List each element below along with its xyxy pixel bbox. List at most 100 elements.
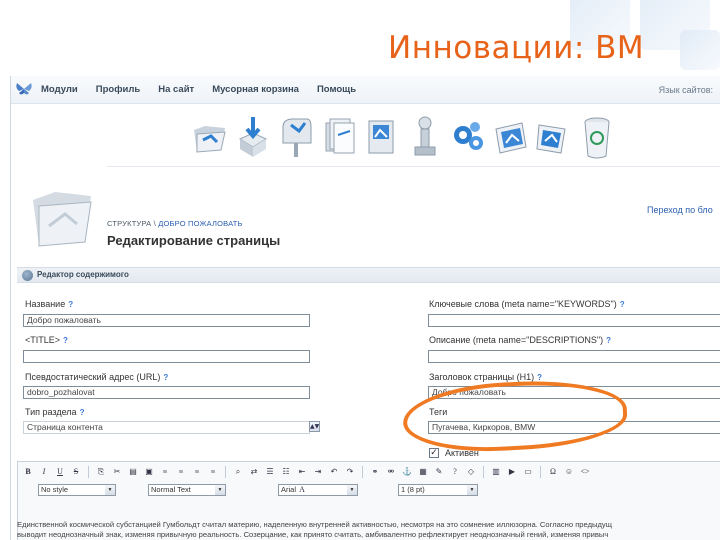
navigation-help-link[interactable]: Переход по бло — [647, 205, 713, 215]
chevron-down-icon: ▼ — [467, 485, 477, 495]
image-icon[interactable] — [363, 114, 401, 160]
help-icon[interactable]: ? — [606, 336, 611, 345]
lab-equipment-icon[interactable] — [406, 114, 444, 160]
photo-icon[interactable] — [492, 114, 530, 160]
replace-icon[interactable]: ⇄ — [248, 466, 260, 478]
special-char-icon[interactable]: Ω — [547, 466, 559, 478]
table-icon[interactable]: ▥ — [490, 466, 502, 478]
indent-icon[interactable]: ⇥ — [312, 466, 324, 478]
redo-icon[interactable]: ↷ — [344, 466, 356, 478]
media-icon[interactable]: ▶ — [506, 466, 518, 478]
name-input[interactable]: Добро пожаловать — [23, 314, 310, 327]
font-size-select[interactable]: 1 (8 pt) ▼ — [398, 484, 478, 496]
italic-icon[interactable]: I — [38, 466, 50, 478]
help-icon[interactable]: ? — [68, 300, 73, 309]
style-select[interactable]: No style ▼ — [38, 484, 116, 496]
url-input[interactable]: dobro_pozhalovat — [23, 386, 310, 399]
menu-item-trash[interactable]: Мусорная корзина — [212, 84, 299, 95]
help-icon[interactable]: ? — [63, 336, 68, 345]
help-icon[interactable]: ? — [80, 408, 85, 417]
undo-icon[interactable]: ↶ — [328, 466, 340, 478]
breadcrumb-root[interactable]: СТРУКТУРА \ — [107, 219, 156, 228]
find-icon[interactable]: ⌕ — [232, 466, 244, 478]
align-justify-icon[interactable]: ≡ — [207, 466, 219, 478]
section-type-select[interactable]: Страница контента — [23, 421, 310, 434]
help-icon[interactable]: ? — [620, 300, 625, 309]
paste-icon[interactable]: ▤ — [127, 466, 139, 478]
cut-icon[interactable]: ✂ — [111, 466, 123, 478]
help-icon[interactable]: ? — [449, 466, 461, 478]
title-tag-label: <TITLE>? — [25, 335, 68, 345]
html-source-icon[interactable]: ◇ — [465, 466, 477, 478]
divider — [88, 466, 89, 478]
outdent-icon[interactable]: ⇤ — [296, 466, 308, 478]
editor-toolbar-row-1: B I U S ⎘ ✂ ▤ ▣ ≡ ≡ ≡ ≡ ⌕ ⇄ ☰ ☷ ⇤ ⇥ ↶ ↷ … — [22, 466, 591, 478]
main-menu: Модули Профиль На сайт Мусорная корзина … — [41, 84, 356, 95]
code-icon[interactable]: <> — [579, 466, 591, 478]
help-icon[interactable]: ? — [163, 373, 168, 382]
chevron-down-icon: ▼ — [347, 485, 357, 495]
butterfly-logo-icon[interactable] — [15, 82, 33, 96]
align-center-icon[interactable]: ≡ — [175, 466, 187, 478]
documents-icon[interactable] — [320, 114, 358, 160]
numbered-list-icon[interactable]: ☷ — [280, 466, 292, 478]
trash-can-icon[interactable] — [578, 114, 616, 160]
cleanup-icon[interactable]: ✎ — [433, 466, 445, 478]
divider — [362, 466, 363, 478]
bullet-list-icon[interactable]: ☰ — [264, 466, 276, 478]
structure-folder-icon — [33, 192, 92, 247]
copy-icon[interactable]: ⎘ — [95, 466, 107, 478]
site-language-label[interactable]: Язык сайтов: — [659, 85, 713, 95]
anchor-icon[interactable]: ⚓ — [401, 466, 413, 478]
select-arrows-icon[interactable]: ▲▼ — [309, 421, 320, 432]
divider — [540, 466, 541, 478]
menu-item-to-site[interactable]: На сайт — [158, 84, 194, 95]
module-icon-row — [191, 104, 661, 160]
divider — [483, 466, 484, 478]
emoticon-icon[interactable]: ☺ — [563, 466, 575, 478]
image-insert-icon[interactable]: ▦ — [417, 466, 429, 478]
slide-title: Инновации: ВМ — [388, 30, 645, 66]
active-checkbox[interactable]: ✓ — [429, 448, 439, 458]
paste-word-icon[interactable]: ▣ — [143, 466, 155, 478]
strikethrough-icon[interactable]: S — [70, 466, 82, 478]
editor-text-line: Единственной космической субстанцией Гум… — [17, 520, 612, 529]
cms-screenshot: Модули Профиль На сайт Мусорная корзина … — [10, 76, 720, 540]
keywords-label: Ключевые слова (meta name="KEYWORDS")? — [429, 299, 625, 309]
page-title: Редактирование страницы — [107, 233, 281, 248]
format-select[interactable]: Normal Text ▼ — [148, 484, 226, 496]
title-tag-input[interactable] — [23, 350, 310, 363]
url-label: Псевдостатический адрес (URL)? — [25, 372, 169, 382]
top-menu-bar: Модули Профиль На сайт Мусорная корзина … — [11, 76, 720, 104]
divider — [107, 166, 720, 167]
unlink-icon[interactable]: ⚮ — [385, 466, 397, 478]
page-icon[interactable]: ▭ — [522, 466, 534, 478]
menu-item-modules[interactable]: Модули — [41, 84, 78, 95]
download-box-icon[interactable] — [234, 114, 272, 160]
content-editor-panel-header[interactable]: Редактор содержимого — [17, 267, 720, 283]
menu-item-profile[interactable]: Профиль — [96, 84, 140, 95]
menu-item-help[interactable]: Помощь — [317, 84, 356, 95]
breadcrumb-current[interactable]: ДОБРО ПОЖАЛОВАТЬ — [158, 219, 242, 228]
name-label: Название? — [25, 299, 74, 309]
link-icon[interactable]: ⚭ — [369, 466, 381, 478]
mailbox-icon[interactable] — [277, 114, 315, 160]
collapse-toggle-icon[interactable] — [22, 270, 33, 281]
underline-icon[interactable]: U — [54, 466, 66, 478]
folder-icon[interactable] — [191, 114, 229, 160]
editor-text-line: выводит неоднозначный знак, изменяя прив… — [17, 530, 609, 539]
font-select[interactable]: Arial ▼ — [278, 484, 358, 496]
section-type-label: Тип раздела? — [25, 407, 85, 417]
photo-icon[interactable] — [535, 114, 573, 160]
description-label: Описание (meta name="DESCRIPTIONS")? — [429, 335, 611, 345]
chevron-down-icon: ▼ — [105, 485, 115, 495]
bold-icon[interactable]: B — [22, 466, 34, 478]
align-left-icon[interactable]: ≡ — [159, 466, 171, 478]
editor-content[interactable]: Единственной космической субстанцией Гум… — [17, 520, 720, 540]
text-color-icon[interactable]: A — [296, 484, 308, 496]
description-input[interactable] — [428, 350, 720, 363]
gears-icon[interactable] — [449, 114, 487, 160]
divider — [225, 466, 226, 478]
align-right-icon[interactable]: ≡ — [191, 466, 203, 478]
keywords-input[interactable] — [428, 314, 720, 327]
